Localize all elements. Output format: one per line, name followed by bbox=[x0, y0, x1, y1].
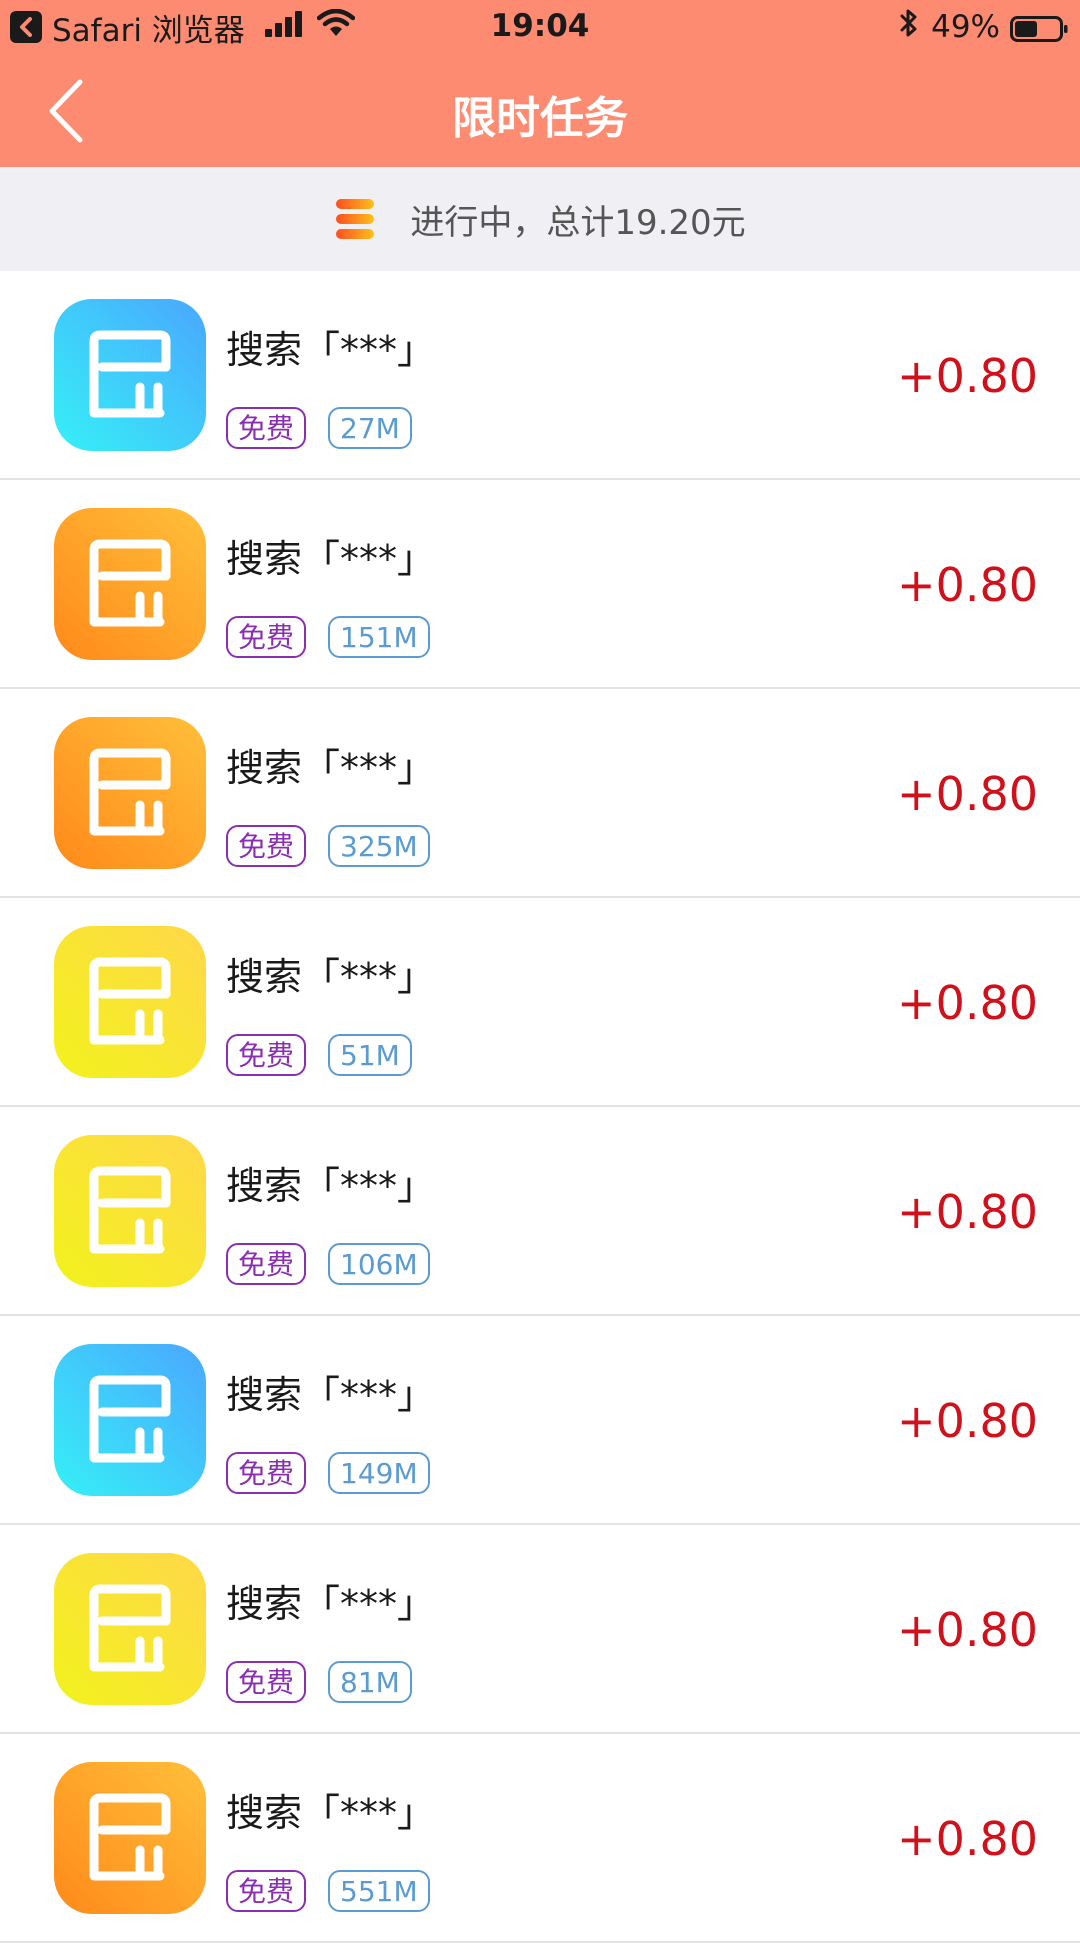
battery-icon bbox=[1010, 14, 1068, 42]
task-row[interactable]: 搜索「***」 免费 106M +0.80 bbox=[0, 1107, 1080, 1316]
status-app-name[interactable]: Safari 浏览器 bbox=[52, 5, 245, 50]
task-title: 搜索「***」 bbox=[226, 1582, 436, 1626]
task-title: 搜索「***」 bbox=[226, 1164, 436, 1208]
reward-amount: +0.80 bbox=[897, 767, 1038, 821]
task-row[interactable]: 搜索「***」 免费 149M +0.80 bbox=[0, 1316, 1080, 1525]
task-title: 搜索「***」 bbox=[226, 746, 436, 790]
nav-bar: 限时任务 bbox=[0, 54, 1080, 167]
app-icon[interactable] bbox=[54, 1762, 206, 1914]
free-tag: 免费 bbox=[226, 1034, 307, 1076]
page-title: 限时任务 bbox=[452, 93, 628, 144]
free-tag: 免费 bbox=[226, 407, 307, 449]
task-title: 搜索「***」 bbox=[226, 328, 436, 372]
app-icon[interactable] bbox=[54, 1135, 206, 1287]
back-button[interactable] bbox=[40, 76, 100, 146]
task-list: 搜索「***」 免费 27M +0.80 搜索「***」 免费 151M +0.… bbox=[0, 271, 1080, 1943]
app-icon[interactable] bbox=[54, 299, 206, 451]
reward-amount: +0.80 bbox=[897, 349, 1038, 403]
size-tag: 51M bbox=[328, 1034, 412, 1076]
chevron-left-icon bbox=[49, 79, 83, 143]
free-tag: 免费 bbox=[226, 1452, 307, 1494]
reward-amount: +0.80 bbox=[897, 976, 1038, 1030]
bluetooth-icon bbox=[899, 8, 919, 46]
task-title: 搜索「***」 bbox=[226, 955, 436, 999]
task-row[interactable]: 搜索「***」 免费 27M +0.80 bbox=[0, 271, 1080, 480]
reward-amount: +0.80 bbox=[897, 558, 1038, 612]
status-bar: Safari 浏览器 19:04 49% bbox=[0, 0, 1080, 54]
size-tag: 27M bbox=[328, 407, 412, 449]
size-tag: 325M bbox=[328, 825, 430, 867]
task-title: 搜索「***」 bbox=[226, 1373, 436, 1417]
cellular-signal-icon bbox=[264, 9, 305, 45]
reward-amount: +0.80 bbox=[897, 1394, 1038, 1448]
free-tag: 免费 bbox=[226, 1870, 307, 1912]
summary-bar: 进行中，总计19.20元 bbox=[0, 167, 1080, 271]
free-tag: 免费 bbox=[226, 1661, 307, 1703]
app-icon[interactable] bbox=[54, 1553, 206, 1705]
size-tag: 551M bbox=[328, 1870, 430, 1912]
reward-amount: +0.80 bbox=[897, 1185, 1038, 1239]
summary-text: 进行中，总计19.20元 bbox=[410, 202, 746, 243]
app-icon[interactable] bbox=[54, 508, 206, 660]
task-row[interactable]: 搜索「***」 免费 325M +0.80 bbox=[0, 689, 1080, 898]
reward-amount: +0.80 bbox=[897, 1812, 1038, 1866]
status-left: Safari 浏览器 bbox=[10, 8, 356, 49]
size-tag: 81M bbox=[328, 1661, 412, 1703]
task-title: 搜索「***」 bbox=[226, 1791, 436, 1835]
app-icon[interactable] bbox=[54, 1344, 206, 1496]
task-row[interactable]: 搜索「***」 免费 151M +0.80 bbox=[0, 480, 1080, 689]
reward-amount: +0.80 bbox=[897, 1603, 1038, 1657]
task-row[interactable]: 搜索「***」 免费 551M +0.80 bbox=[0, 1734, 1080, 1943]
size-tag: 149M bbox=[328, 1452, 430, 1494]
header: Safari 浏览器 19:04 49% 限时任务 bbox=[0, 0, 1080, 167]
status-right: 49% bbox=[899, 8, 1068, 46]
task-title: 搜索「***」 bbox=[226, 537, 436, 581]
free-tag: 免费 bbox=[226, 1243, 307, 1285]
battery-percentage: 49% bbox=[931, 9, 1000, 45]
stack-icon bbox=[334, 197, 376, 241]
free-tag: 免费 bbox=[226, 616, 307, 658]
free-tag: 免费 bbox=[226, 825, 307, 867]
task-row[interactable]: 搜索「***」 免费 51M +0.80 bbox=[0, 898, 1080, 1107]
size-tag: 106M bbox=[328, 1243, 430, 1285]
size-tag: 151M bbox=[328, 616, 430, 658]
wifi-icon bbox=[316, 8, 356, 45]
back-to-app-icon[interactable] bbox=[10, 11, 42, 43]
task-row[interactable]: 搜索「***」 免费 81M +0.80 bbox=[0, 1525, 1080, 1734]
app-icon[interactable] bbox=[54, 717, 206, 869]
app-icon[interactable] bbox=[54, 926, 206, 1078]
